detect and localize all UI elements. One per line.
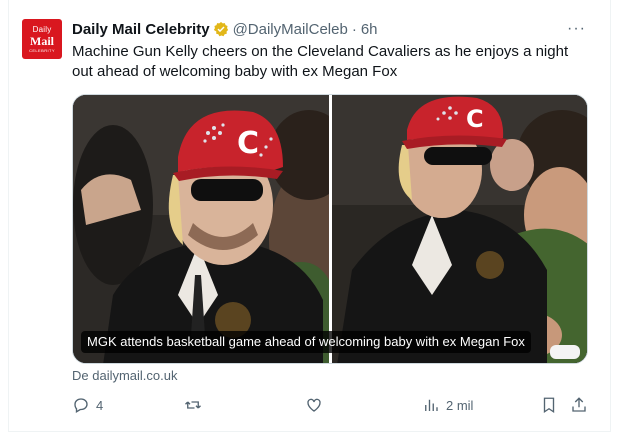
retweet-icon [185,401,201,409]
reply-button[interactable]: 4 [72,396,103,414]
more-options-icon[interactable]: ··· [567,20,586,38]
share-button[interactable] [570,396,588,414]
retweet-button[interactable] [184,396,202,414]
tweet-time[interactable]: 6h [361,21,378,38]
like-icon [307,398,321,412]
source-link[interactable]: De dailymail.co.uk [72,368,178,383]
verified-badge-icon [213,22,228,37]
photo-left[interactable]: C [73,95,329,363]
views-icon [425,399,438,411]
like-button[interactable] [305,396,323,414]
views-count: 2 mil [446,397,474,413]
avatar[interactable]: Daily Mail CELEBRITY [22,19,62,59]
share-icon [572,397,586,412]
reply-count: 4 [96,397,104,413]
reply-icon [74,398,88,413]
author-name[interactable]: Daily Mail Celebrity [72,21,210,38]
action-bar: 4 2 mil [72,396,592,418]
photo-right[interactable]: C [332,95,587,363]
author-handle[interactable]: @DailyMailCeleb [233,21,348,38]
bookmark-button[interactable] [540,396,558,414]
tweet-text: Machine Gun Kelly cheers on the Clevelan… [72,43,569,80]
bookmark-icon [543,397,555,414]
separator-dot: · [351,20,357,38]
media-container[interactable]: C C MGK attends basketball game ahead of… [72,94,588,364]
media-caption: MGK attends basketball game ahead of wel… [81,331,531,353]
tweet-header: Daily Mail Celebrity @DailyMailCeleb · 6… [72,19,378,39]
views-button[interactable]: 2 mil [422,396,473,414]
cap-letter: C [466,105,484,133]
cap-letter: C [237,126,259,161]
